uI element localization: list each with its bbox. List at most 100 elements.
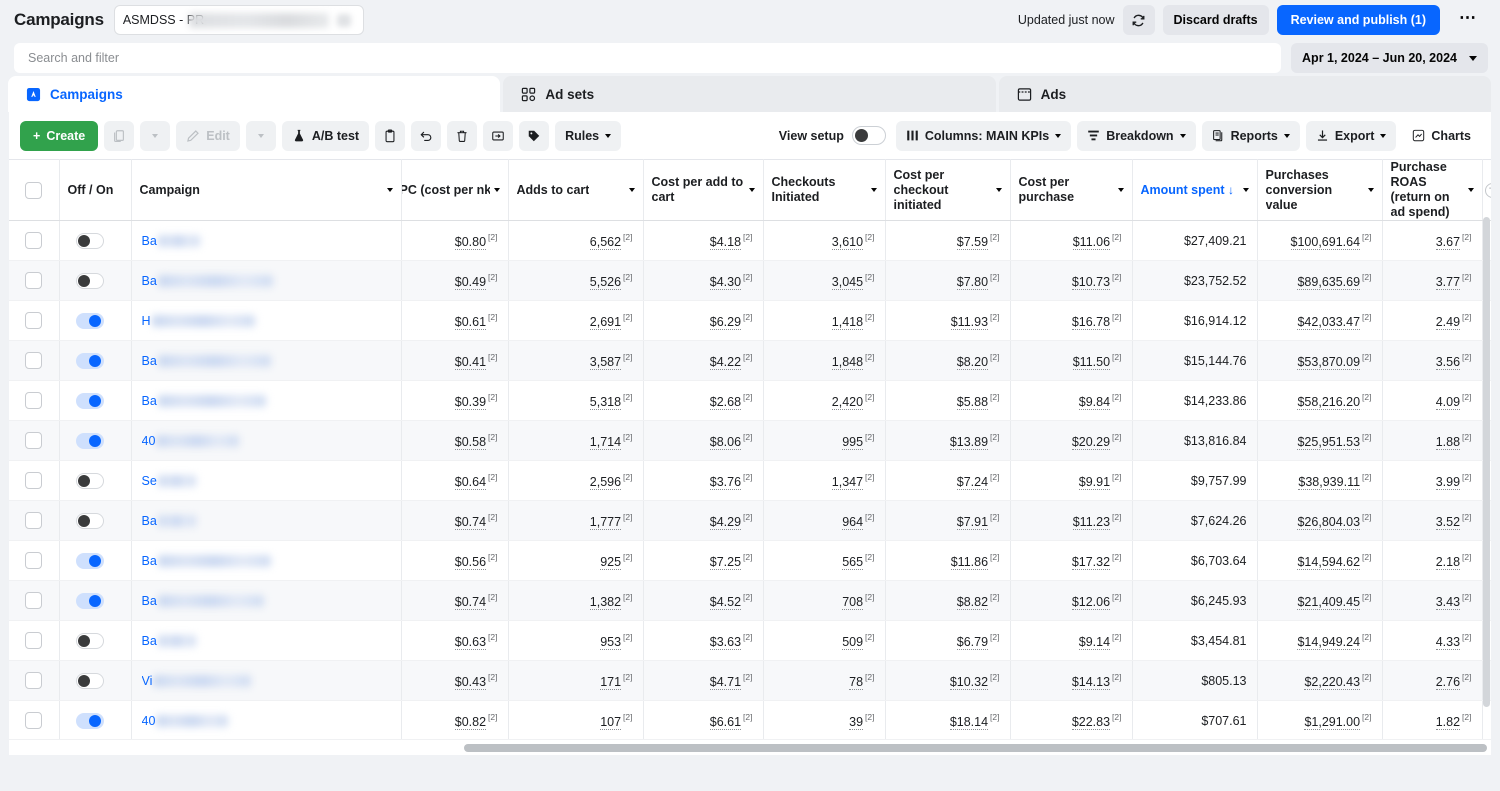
tab-adsets[interactable]: Ad sets — [503, 76, 996, 112]
status-toggle[interactable] — [75, 672, 104, 689]
row-checkbox-cell[interactable] — [9, 380, 60, 421]
campaign-name[interactable]: Ba — [142, 354, 157, 368]
campaign-name[interactable]: Ba — [142, 514, 157, 528]
table-row[interactable]: Ba $0.39 [2] 5,318 [2] $2.68 [2] 2,420 [2] $5.88[… — [9, 380, 1491, 421]
row-checkbox[interactable] — [25, 592, 43, 609]
status-toggle[interactable] — [75, 312, 104, 329]
row-status-cell[interactable] — [59, 340, 132, 381]
row-campaign-cell[interactable]: Ba — [131, 500, 402, 541]
row-status-cell[interactable] — [59, 580, 132, 621]
row-campaign-cell[interactable]: Ba — [131, 620, 402, 661]
row-campaign-cell[interactable]: Vi — [131, 660, 402, 701]
row-status-cell[interactable] — [59, 540, 132, 581]
campaign-name[interactable]: Ba — [142, 554, 157, 568]
discard-drafts-button[interactable]: Discard drafts — [1162, 5, 1269, 35]
row-checkbox[interactable] — [25, 712, 43, 729]
charts-button[interactable]: Charts — [1402, 121, 1481, 151]
row-checkbox[interactable] — [25, 552, 43, 569]
campaign-name[interactable]: H — [142, 314, 151, 328]
row-campaign-cell[interactable]: Ba — [131, 540, 402, 581]
row-checkbox[interactable] — [25, 232, 43, 249]
create-button[interactable]: + Create — [20, 120, 99, 151]
col-header-adds-to-cart[interactable]: Adds to cart — [508, 159, 644, 221]
row-campaign-cell[interactable]: Ba — [131, 380, 402, 421]
status-toggle[interactable] — [75, 592, 104, 609]
chevron-down-icon[interactable] — [870, 188, 877, 192]
tab-ads[interactable]: Ads — [998, 76, 1491, 112]
row-status-cell[interactable] — [59, 260, 132, 301]
status-toggle[interactable] — [75, 552, 104, 569]
row-campaign-cell[interactable]: Ba — [131, 260, 402, 301]
table-row[interactable]: Ba $0.49 [2] 5,526 [2] $4.30 [2] 3,045 [2] $7.80[… — [9, 260, 1491, 301]
row-checkbox-cell[interactable] — [9, 460, 60, 501]
col-header-campaign[interactable]: Campaign — [131, 159, 402, 221]
table-row[interactable]: Ba $0.74 [2] 1,382 [2] $4.52 [2] 708 [2] $8.82 [2]… — [9, 580, 1491, 621]
row-checkbox[interactable] — [25, 672, 43, 689]
table-row[interactable]: Ba $0.56 [2] 925 [2] $7.25 [2] 565 [2] $11.86 [2] $… — [9, 540, 1491, 581]
row-checkbox[interactable] — [25, 392, 43, 409]
row-checkbox[interactable] — [25, 472, 43, 489]
row-checkbox[interactable] — [25, 352, 43, 369]
review-and-publish-button[interactable]: Review and publish (1) — [1276, 5, 1440, 35]
row-checkbox-cell[interactable] — [9, 660, 60, 701]
campaign-name[interactable]: Ba — [142, 274, 157, 288]
row-checkbox-cell[interactable] — [9, 300, 60, 341]
status-toggle[interactable] — [75, 472, 104, 489]
col-header-cpc[interactable]: PC (cost per nk click) — [401, 159, 509, 221]
row-status-cell[interactable] — [59, 220, 132, 261]
undo-button[interactable] — [411, 120, 442, 151]
select-all-checkbox[interactable] — [25, 181, 43, 199]
status-toggle[interactable] — [75, 232, 104, 249]
row-status-cell[interactable] — [59, 460, 132, 501]
horizontal-scrollbar-thumb[interactable] — [464, 744, 1487, 752]
horizontal-scrollbar[interactable] — [9, 739, 1491, 755]
row-checkbox-cell[interactable] — [9, 540, 60, 581]
delete-button[interactable] — [447, 120, 478, 151]
row-checkbox[interactable] — [25, 632, 43, 649]
export-button[interactable]: Export — [1305, 120, 1397, 151]
campaign-name[interactable]: 40 — [142, 434, 156, 448]
search-input[interactable]: Search and filter — [14, 43, 1282, 73]
row-campaign-cell[interactable]: 40 — [131, 700, 402, 739]
tab-campaigns[interactable]: Campaigns — [8, 76, 501, 112]
row-checkbox-cell[interactable] — [9, 220, 60, 261]
row-checkbox-cell[interactable] — [9, 340, 60, 381]
chevron-down-icon[interactable] — [386, 188, 393, 192]
more-options-button[interactable]: ⋯ — [1448, 5, 1488, 35]
table-row[interactable]: Ba $0.41 [2] 3,587 [2] $4.22 [2] 1,848 [2] $8.20[… — [9, 340, 1491, 381]
row-campaign-cell[interactable]: Ba — [131, 580, 402, 621]
chevron-down-icon[interactable] — [628, 188, 635, 192]
row-checkbox[interactable] — [25, 512, 43, 529]
row-campaign-cell[interactable]: H — [131, 300, 402, 341]
ab-test-button[interactable]: A/B test — [281, 120, 370, 151]
row-checkbox-cell[interactable] — [9, 420, 60, 461]
row-checkbox-cell[interactable] — [9, 700, 60, 739]
row-status-cell[interactable] — [59, 300, 132, 341]
row-checkbox[interactable] — [25, 432, 43, 449]
columns-button[interactable]: Columns: MAIN KPIs — [895, 120, 1072, 151]
table-row[interactable]: 40 $0.58 [2] 1,714 [2] $8.06 [2] 995 [2] $13.89 [2… — [9, 420, 1491, 461]
col-header-purchase-roas[interactable]: Purchase ROAS (return on ad spend) — [1382, 159, 1483, 221]
duplicate-button[interactable] — [104, 120, 135, 151]
col-header-amount-spent[interactable]: Amount spent ↓ — [1132, 159, 1258, 221]
add-column-icon[interactable]: + — [1484, 182, 1491, 198]
row-status-cell[interactable] — [59, 380, 132, 421]
reports-button[interactable]: Reports — [1201, 120, 1300, 151]
col-header-cost-per-purchase[interactable]: Cost per purchase — [1010, 159, 1133, 221]
row-campaign-cell[interactable]: Ba — [131, 220, 402, 261]
table-row[interactable]: 40 $0.82 [2] 107 [2] $6.61 [2] 39 [2] $18.14 [2] $2… — [9, 700, 1491, 739]
tag-button[interactable] — [519, 120, 550, 151]
row-status-cell[interactable] — [59, 500, 132, 541]
refresh-button[interactable] — [1122, 5, 1155, 35]
edit-dropdown-button[interactable] — [245, 120, 276, 151]
row-checkbox[interactable] — [25, 312, 43, 329]
table-row[interactable]: Ba $0.80 [2] 6,562 [2] $4.18 [2] 3,610 [2] $7.59[… — [9, 220, 1491, 261]
row-campaign-cell[interactable]: Ba — [131, 340, 402, 381]
campaign-name[interactable]: 40 — [142, 714, 156, 728]
export-rows-button[interactable] — [483, 120, 514, 151]
date-range-picker[interactable]: Apr 1, 2024 – Jun 20, 2024 — [1291, 43, 1488, 73]
col-header-purchases-conversion-value[interactable]: Purchases conversion value — [1257, 159, 1383, 221]
table-row[interactable]: H $0.61 [2] 2,691 [2] $6.29 [2] 1,418 [2] $11.93[… — [9, 300, 1491, 341]
breakdown-button[interactable]: Breakdown — [1077, 120, 1196, 151]
table-row[interactable]: Ba $0.63 [2] 953 [2] $3.63 [2] 509 [2] $6.79 [2] $9… — [9, 620, 1491, 661]
